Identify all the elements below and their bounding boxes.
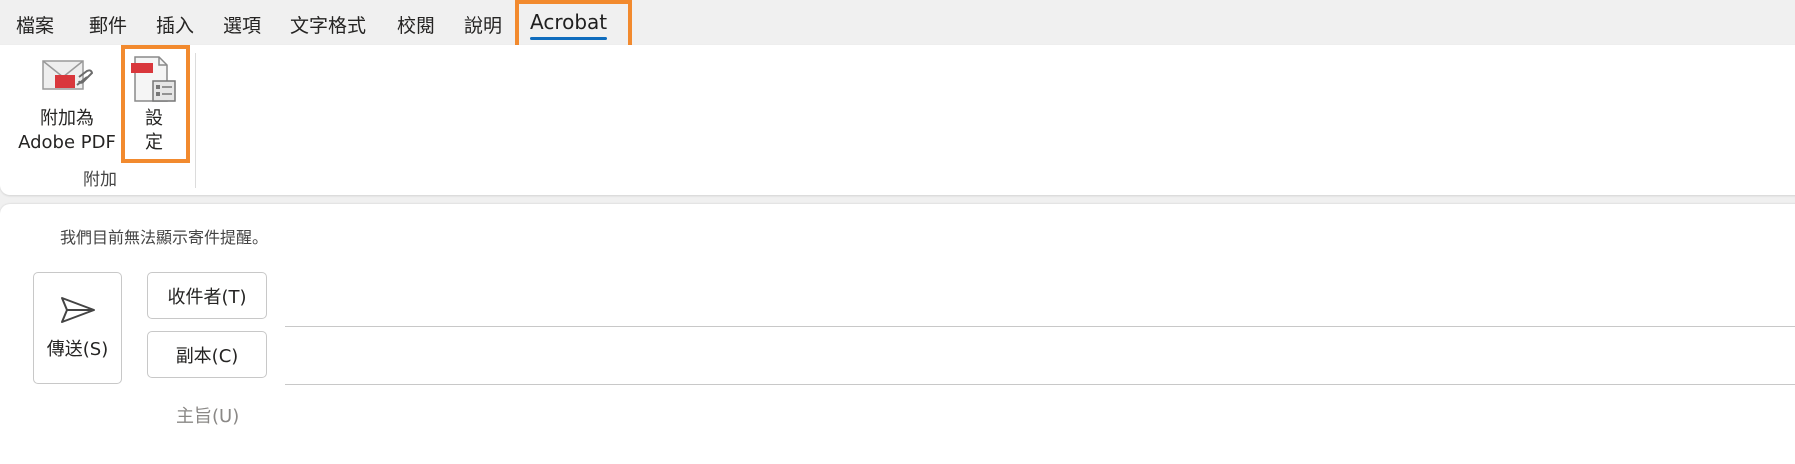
tab-help[interactable]: 說明: [464, 11, 502, 38]
tab-file[interactable]: 檔案: [16, 11, 54, 38]
attach-pdf-label-line2: Adobe PDF: [18, 132, 116, 153]
settings-button-highlight: [121, 45, 190, 163]
subject-field[interactable]: 主旨(U): [176, 402, 239, 428]
tab-review[interactable]: 校閱: [397, 11, 435, 38]
tab-options[interactable]: 選項: [223, 11, 261, 38]
send-button[interactable]: 傳送(S): [33, 272, 122, 384]
tab-mail[interactable]: 郵件: [89, 11, 127, 38]
cc-button[interactable]: 副本(C): [147, 331, 267, 378]
tab-format-text[interactable]: 文字格式: [290, 11, 366, 38]
send-label: 傳送(S): [46, 339, 109, 360]
tab-insert[interactable]: 插入: [156, 11, 194, 38]
to-field[interactable]: [285, 326, 1795, 327]
ribbon-tab-bar: 檔案 郵件 插入 選項 文字格式 校閱 說明 Acrobat: [0, 0, 1795, 44]
attach-as-pdf-icon: [42, 60, 93, 90]
ribbon-group-separator: [195, 53, 196, 188]
mail-tips-notice: 我們目前無法顯示寄件提醒。: [60, 228, 269, 247]
cc-field[interactable]: [285, 384, 1795, 385]
ribbon-panel: 附加為 Adobe PDF 設 定 附加: [0, 45, 1795, 195]
send-icon: [60, 297, 95, 323]
attach-pdf-label-line1: 附加為: [40, 108, 94, 129]
ribbon-group-label-attach: 附加: [83, 170, 117, 190]
to-button[interactable]: 收件者(T): [147, 272, 267, 319]
attach-as-adobe-pdf-button[interactable]: 附加為 Adobe PDF: [12, 55, 122, 155]
compose-pane: 我們目前無法顯示寄件提醒。 傳送(S) 收件者(T) 副本(C) 主旨(U): [0, 204, 1795, 464]
